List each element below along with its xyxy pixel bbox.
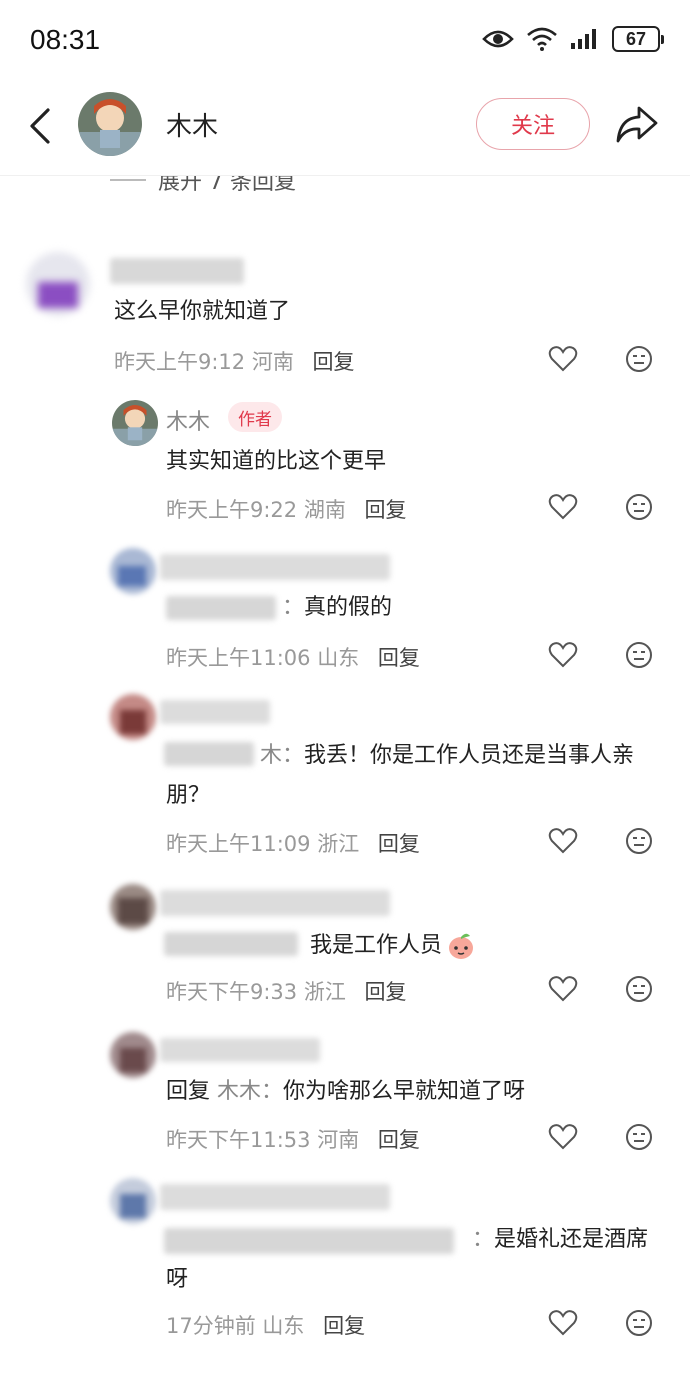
status-icons: 67 xyxy=(482,26,664,52)
expand-divider xyxy=(110,179,146,181)
comment-time: 昨天上午9:12 xyxy=(114,350,246,374)
status-bar: 08:31 67 xyxy=(0,0,690,84)
reply-username[interactable]: 木木 xyxy=(166,404,210,436)
status-time: 08:31 xyxy=(30,24,101,55)
reply-button[interactable]: 回复 xyxy=(323,1314,365,1338)
author-name[interactable]: 木木 xyxy=(166,106,218,143)
comment-meta: 昨天上午9:12 河南 回复 xyxy=(114,346,355,376)
share-button[interactable] xyxy=(612,100,662,148)
reply-meta: 17分钟前 山东 回复 xyxy=(166,1310,365,1340)
reply-avatar[interactable] xyxy=(110,884,156,930)
top-nav-bar: 木木 关注 xyxy=(0,84,690,176)
comment-text: 这么早你就知道了 xyxy=(114,299,291,324)
reply-target-name: 木： xyxy=(260,743,305,768)
signal-icon xyxy=(571,29,596,49)
reply-username-redacted xyxy=(160,1038,320,1062)
reply-location: 浙江 xyxy=(317,832,360,856)
reply-target-name[interactable]: 木木： xyxy=(217,1079,283,1104)
eye-icon xyxy=(482,30,514,48)
reply-location: 河南 xyxy=(317,1128,360,1152)
share-icon xyxy=(616,106,658,143)
peach-emoji-icon xyxy=(449,933,474,959)
reply-time: 昨天上午11:09 xyxy=(166,832,311,856)
reply-location: 山东 xyxy=(317,646,360,670)
comment-location: 河南 xyxy=(251,350,294,374)
follow-button[interactable]: 关注 xyxy=(476,98,590,150)
reply-avatar[interactable] xyxy=(112,400,158,446)
reply-avatar[interactable] xyxy=(110,694,156,740)
reply-text: ：是婚礼还是酒席呀 xyxy=(166,1220,650,1300)
dislike-face-icon[interactable] xyxy=(624,640,654,670)
heart-icon[interactable] xyxy=(548,492,578,522)
reply-button[interactable]: 回复 xyxy=(313,350,355,374)
reply-username-redacted xyxy=(160,700,270,724)
reply-avatar[interactable] xyxy=(110,1178,156,1224)
reply-time: 昨天下午9:33 xyxy=(166,980,298,1004)
reply-button[interactable]: 回复 xyxy=(378,1128,420,1152)
reply-location: 山东 xyxy=(262,1314,305,1338)
reply-text: 其实知道的比这个更早 xyxy=(166,449,387,474)
reply-location: 浙江 xyxy=(303,980,346,1004)
heart-icon[interactable] xyxy=(548,344,578,374)
reply-avatar[interactable] xyxy=(110,548,156,594)
reply-time: 昨天上午9:22 xyxy=(166,498,298,522)
reply-username-redacted xyxy=(160,554,390,580)
chevron-left-icon xyxy=(30,108,50,144)
author-badge: 作者 xyxy=(228,402,282,432)
reply-text-body: 是婚礼还是酒席呀 xyxy=(166,1227,649,1292)
heart-icon[interactable] xyxy=(548,1122,578,1152)
reply-target-redacted xyxy=(166,596,276,620)
reply-prefix-label: 回复 xyxy=(166,1079,211,1104)
reply-meta: 昨天上午9:22 湖南 回复 xyxy=(166,494,407,524)
reply-meta: 昨天下午9:33 浙江 回复 xyxy=(166,976,407,1006)
reply-text: 我是工作人员 xyxy=(310,926,476,966)
reply-colon: ： xyxy=(282,595,305,620)
reply-button[interactable]: 回复 xyxy=(365,498,407,522)
back-button[interactable] xyxy=(20,102,60,150)
reply-text: 木：我丢！你是工作人员还是当事人亲朋？ xyxy=(166,736,650,816)
reply-target-redacted xyxy=(164,932,298,956)
reply-text-body: 你为啥那么早就知道了呀 xyxy=(283,1079,526,1104)
heart-icon[interactable] xyxy=(548,1308,578,1338)
reply-time: 昨天上午11:06 xyxy=(166,646,311,670)
dislike-face-icon[interactable] xyxy=(624,974,654,1004)
reply-text-body: 我是工作人员 xyxy=(310,933,443,958)
commenter-avatar[interactable] xyxy=(26,252,90,316)
reply-colon: ： xyxy=(472,1227,495,1252)
reply-time: 17分钟前 xyxy=(166,1314,256,1338)
reply-text: 回复 木木：你为啥那么早就知道了呀 xyxy=(166,1072,525,1112)
reply-meta: 昨天下午11:53 河南 回复 xyxy=(166,1124,420,1154)
reply-username-redacted xyxy=(160,890,390,916)
reply-text-body: 真的假的 xyxy=(304,595,393,620)
author-avatar[interactable] xyxy=(78,92,142,156)
heart-icon[interactable] xyxy=(548,974,578,1004)
heart-icon[interactable] xyxy=(548,640,578,670)
commenter-username-redacted xyxy=(110,258,244,284)
reply-text: ：真的假的 xyxy=(282,588,392,628)
reply-button[interactable]: 回复 xyxy=(378,832,420,856)
reply-text-body: 我丢！你是工作人员还是当事人亲朋？ xyxy=(166,743,635,808)
reply-button[interactable]: 回复 xyxy=(365,980,407,1004)
reply-username-redacted xyxy=(160,1184,390,1210)
wifi-icon xyxy=(527,27,557,51)
dislike-face-icon[interactable] xyxy=(624,1308,654,1338)
reply-time: 昨天下午11:53 xyxy=(166,1128,311,1152)
dislike-face-icon[interactable] xyxy=(624,492,654,522)
reply-meta: 昨天上午11:09 浙江 回复 xyxy=(166,828,420,858)
dislike-face-icon[interactable] xyxy=(624,1122,654,1152)
reply-location: 湖南 xyxy=(303,498,346,522)
battery-icon: 67 xyxy=(612,26,664,52)
dislike-face-icon[interactable] xyxy=(624,344,654,374)
heart-icon[interactable] xyxy=(548,826,578,856)
reply-meta: 昨天上午11:06 山东 回复 xyxy=(166,642,420,672)
reply-avatar[interactable] xyxy=(110,1032,156,1078)
dislike-face-icon[interactable] xyxy=(624,826,654,856)
reply-button[interactable]: 回复 xyxy=(378,646,420,670)
